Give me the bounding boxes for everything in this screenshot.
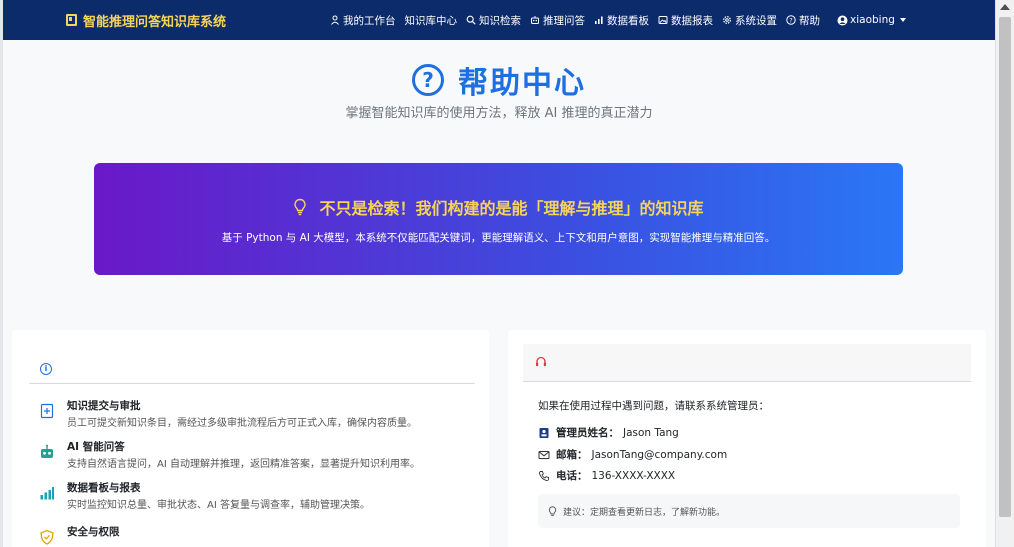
info-icon: i (40, 363, 52, 375)
nav-item-knowledge-center[interactable]: 知识库中心 (405, 13, 458, 28)
contact-value[interactable]: JasonTang@company.com (592, 449, 728, 461)
bar-chart-icon (594, 15, 604, 25)
banner-description: 基于 Python 与 AI 大模型，本系统不仅能匹配关键词，更能理解语义、上下… (221, 232, 776, 244)
plus-document-icon (40, 403, 54, 419)
nav-label: 帮助 (799, 14, 820, 27)
nav-item-system-settings[interactable]: 系统设置 (722, 13, 777, 28)
robot-icon (530, 15, 540, 25)
caret-down-icon (899, 18, 906, 22)
feature-item: 知识提交与审批 员工可提交新知识条目，需经过多级审批流程后方可正式入库，确保内容… (35, 398, 475, 434)
nav-menu: 我的工作台 知识库中心 知识检索 推理问答 数据看板 数据报表 系统设置 ? 帮… (330, 0, 906, 40)
nav-label: 知识检索 (479, 14, 521, 27)
search-icon (466, 15, 476, 25)
nav-label: 系统设置 (735, 14, 777, 27)
nav-item-data-dashboard[interactable]: 数据看板 (594, 13, 649, 28)
contact-intro: 如果在使用过程中遇到问题，请联系系统管理员： (538, 400, 769, 412)
feature-item: AI 智能问答 支持自然语言提问，AI 自动理解并推理，返回精准答案，显著提升知… (35, 439, 475, 475)
page-header: ? 帮助中心 (3, 58, 995, 102)
nav-label: 知识库中心 (404, 14, 458, 27)
features-card-header: i (29, 350, 475, 384)
gear-icon (722, 15, 732, 25)
shield-icon (40, 529, 54, 545)
user-icon (330, 15, 340, 25)
nav-label: 数据看板 (607, 14, 649, 27)
feature-title: 知识提交与审批 (67, 400, 141, 412)
contact-card-header (523, 344, 971, 382)
book-icon (66, 14, 77, 26)
feature-description: 支持自然语言提问，AI 自动理解并推理，返回精准答案，显著提升知识利用率。 (67, 459, 420, 470)
feature-item: 安全与权限 (35, 524, 475, 547)
contact-card: 如果在使用过程中遇到问题，请联系系统管理员： 管理员姓名： Jason Tang… (508, 330, 986, 547)
scrollbar-thumb[interactable] (999, 17, 1011, 517)
contact-value: Jason Tang (623, 426, 679, 439)
contact-row-phone: 电话： 136-XXXX-XXXX (538, 468, 675, 483)
contact-row-email: 邮箱： JasonTang@company.com (538, 447, 727, 462)
feature-description: 员工可提交新知识条目，需经过多级审批流程后方可正式入库，确保内容质量。 (67, 418, 417, 429)
scroll-up-arrow-icon[interactable] (1000, 4, 1010, 10)
nav-item-help[interactable]: ? 帮助 (786, 13, 820, 28)
contact-row-name: 管理员姓名： Jason Tang (538, 425, 679, 440)
nav-item-reasoning-qa[interactable]: 推理问答 (530, 13, 585, 28)
id-card-icon (539, 427, 549, 438)
nav-label: 数据报表 (671, 14, 713, 27)
feature-description: 实时监控知识总量、审批状态、AI 答复量与调查率，辅助管理决策。 (67, 500, 370, 511)
lightbulb-icon (294, 198, 307, 216)
phone-icon (539, 470, 549, 481)
nav-item-workbench[interactable]: 我的工作台 (330, 13, 396, 28)
nav-item-knowledge-search[interactable]: 知识检索 (466, 13, 521, 28)
page-subtitle: 掌握智能知识库的使用方法，释放 AI 推理的真正潜力 (345, 106, 653, 121)
contact-label: 电话： (556, 470, 588, 482)
brand-title: 智能推理问答知识库系统 (83, 14, 227, 30)
feature-title: 数据看板与报表 (67, 482, 141, 494)
contact-label: 邮箱： (556, 449, 588, 461)
question-circle-icon: ? (412, 64, 444, 96)
intro-banner: 不只是检索！我们构建的是能「理解与推理」的知识库 基于 Python 与 AI … (94, 163, 903, 275)
headset-icon (536, 356, 546, 366)
feature-item: 数据看板与报表 实时监控知识总量、审批状态、AI 答复量与调查率，辅助管理决策。 (35, 480, 475, 516)
features-card: i 知识提交与审批 员工可提交新知识条目，需经过多级审批流程后方可正式入库，确保… (12, 330, 489, 547)
svg-text:?: ? (789, 17, 792, 25)
robot-icon (41, 444, 53, 458)
top-navbar: 智能推理问答知识库系统 我的工作台 知识库中心 知识检索 推理问答 数据看板 数… (3, 0, 995, 40)
page-title: 帮助中心 (458, 66, 586, 101)
nav-label: 推理问答 (543, 14, 585, 27)
nav-item-data-report[interactable]: 数据报表 (658, 13, 713, 28)
user-menu[interactable]: xiaobing (837, 14, 906, 26)
question-icon: ? (786, 15, 796, 25)
tip-box: 建议：定期查看更新日志，了解新功能。 (538, 494, 960, 528)
feature-title: AI 智能问答 (67, 441, 125, 453)
username: xiaobing (850, 14, 895, 26)
mail-icon (538, 450, 550, 459)
contact-value: 136-XXXX-XXXX (591, 469, 676, 482)
contact-label: 管理员姓名： (556, 427, 619, 439)
lightbulb-icon (548, 505, 557, 516)
banner-title: 不只是检索！我们构建的是能「理解与推理」的知识库 (319, 199, 704, 218)
help-page: ? 帮助中心 掌握智能知识库的使用方法，释放 AI 推理的真正潜力 不只是检索！… (3, 40, 995, 547)
nav-label: 我的工作台 (343, 14, 396, 27)
tip-text: 建议：定期查看更新日志，了解新功能。 (563, 507, 726, 518)
user-circle-icon (837, 15, 848, 26)
vertical-scrollbar[interactable] (995, 0, 1014, 547)
image-icon (658, 15, 668, 25)
feature-title: 安全与权限 (67, 526, 120, 538)
banner-heading: 不只是检索！我们构建的是能「理解与推理」的知识库 (94, 195, 903, 219)
bar-chart-icon (40, 487, 54, 500)
brand[interactable]: 智能推理问答知识库系统 (66, 11, 226, 30)
